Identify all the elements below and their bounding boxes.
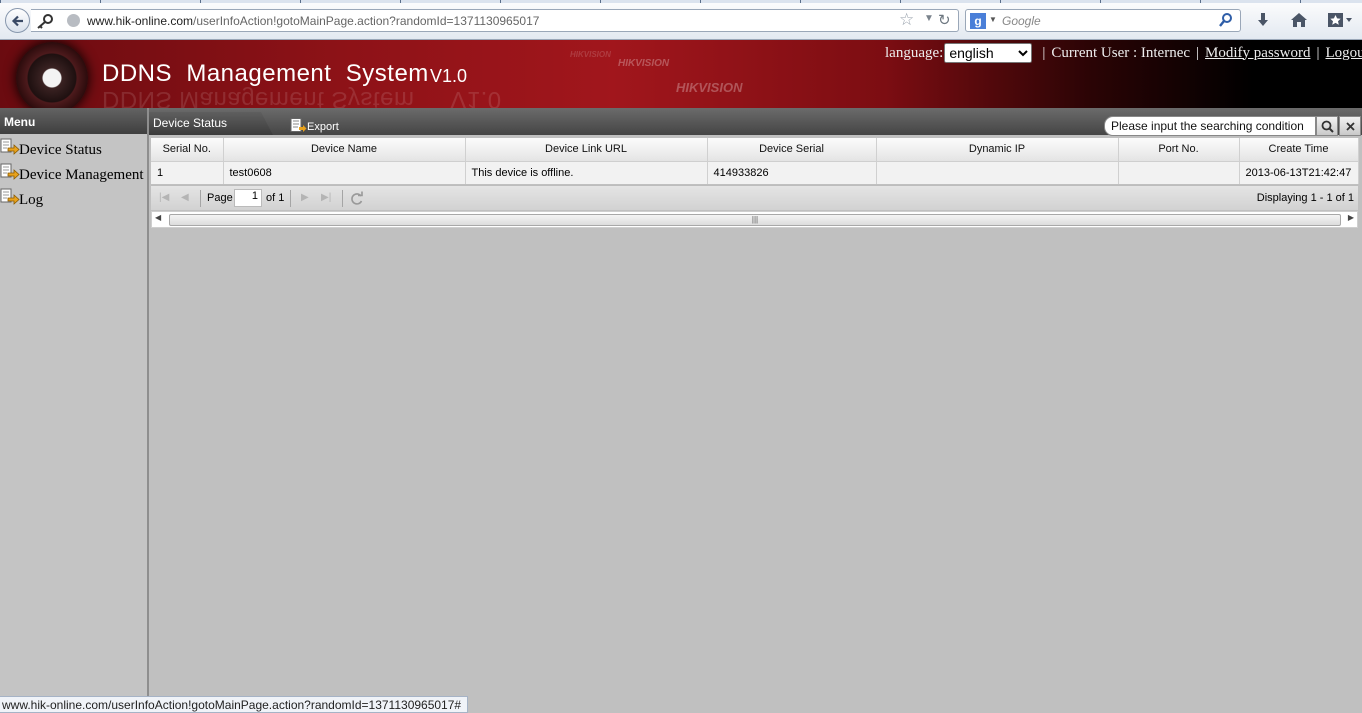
modify-password-link[interactable]: Modify password [1205,45,1310,62]
scroll-left-icon[interactable]: ◀ [155,213,161,222]
menu-item-log[interactable]: Log [0,187,147,212]
column-header[interactable]: Device Link URL [465,138,708,162]
column-header[interactable]: Device Serial [707,138,877,162]
menu-item-label: Device Management [19,167,144,183]
bookmarks-menu-icon[interactable] [1325,9,1355,31]
column-header[interactable]: Serial No. [151,138,224,162]
cell-device-name: test0608 [223,161,466,184]
reload-icon[interactable]: ↻ [938,11,951,29]
menu-item-device-status[interactable]: Device Status [0,137,147,162]
table-row[interactable]: 1 test0608 This device is offline. 41493… [151,161,1359,184]
url-path: /userInfoAction!gotoMainPage.action?rand… [193,14,540,28]
cell-port-no [1118,161,1240,184]
home-icon[interactable] [1287,9,1311,31]
search-engine-dropdown-icon[interactable]: ▼ [989,15,997,24]
menu-item-label: Device Status [19,142,102,158]
export-icon [290,118,307,132]
tab-device-status[interactable]: Device Status [149,112,273,135]
panel-toolbar: Device Status Export Please input the se… [149,108,1362,136]
refresh-icon[interactable] [349,191,364,206]
export-button[interactable]: Export [290,118,339,133]
download-icon[interactable] [1251,9,1275,31]
column-header[interactable]: Port No. [1118,138,1240,162]
divider [342,190,343,207]
clear-search-button[interactable] [1339,116,1361,136]
cell-dynamic-ip [876,161,1119,184]
column-header[interactable]: Device Name [223,138,466,162]
device-table: Serial No. Device Name Device Link URL D… [151,138,1359,184]
back-arrow-icon [11,15,23,26]
language-select[interactable]: english [944,43,1033,63]
url-host: www.hik-online.com [87,14,194,28]
google-icon[interactable]: g [970,13,986,29]
search-icon [1321,120,1334,133]
current-user: Current User : Internec [1051,44,1191,61]
browser-search-box[interactable]: g ▼ Google [965,9,1241,32]
first-page-icon[interactable]: |◀ [159,192,169,203]
key-icon [37,14,53,29]
scrollbar-thumb[interactable]: ||| [169,214,1341,226]
hikvision-watermark-large: HIKVISION [676,80,743,95]
search-input[interactable]: Please input the searching condition [1104,116,1316,136]
camera-lens-logo [16,42,88,108]
cell-create-time: 2013-06-13T21:42:47 [1239,161,1359,184]
browser-search-placeholder: Google [1002,14,1041,28]
horizontal-scrollbar[interactable]: ◀ ||| ▶ [151,211,1358,228]
search-icon[interactable] [1218,12,1234,28]
export-label: Export [307,121,339,133]
bookmark-star-icon[interactable]: ☆ [899,10,914,30]
menu-item-device-management[interactable]: Device Management [0,162,147,187]
table-header-row: Serial No. Device Name Device Link URL D… [151,138,1359,162]
app-header: DDNS Management System V1.0 DDNS Managem… [0,40,1362,108]
app-version: V1.0 [430,66,468,86]
browser-toolbar: www.hik-online.com/userInfoAction!gotoMa… [0,0,1362,40]
column-header[interactable]: Create Time [1239,138,1359,162]
close-icon [1345,121,1355,131]
page-label: Page [207,192,233,204]
last-page-icon[interactable]: ▶| [321,192,331,203]
divider: | [1196,44,1200,61]
column-header[interactable]: Dynamic IP [876,138,1119,162]
document-arrow-icon [0,188,20,205]
page-number-input[interactable]: 1 [234,189,262,207]
app-title: DDNS Management System [102,60,429,87]
main-panel: Device Status Export Please input the se… [149,108,1362,698]
page-count: of 1 [266,192,285,204]
divider [290,190,291,207]
address-bar[interactable]: www.hik-online.com/userInfoAction!gotoMa… [31,9,959,32]
document-arrow-icon [0,138,20,155]
user-bar: language: english | Current User : Inter… [885,43,1362,63]
tab-strip [0,0,1362,3]
scroll-right-icon[interactable]: ▶ [1348,213,1354,222]
browser-status-bar: www.hik-online.com/userInfoAction!gotoMa… [0,696,468,713]
menu-item-label: Log [19,192,44,208]
globe-icon [67,14,80,27]
hikvision-watermark: HIKVISION [618,58,670,69]
displaying-info: Displaying 1 - 1 of 1 [1256,192,1354,204]
divider [200,190,201,207]
next-page-icon[interactable]: ▶ [301,192,309,203]
divider: | [1042,44,1046,61]
cell-device-link-url: This device is offline. [465,161,708,184]
prev-page-icon[interactable]: ◀ [181,192,189,203]
document-arrow-icon [0,163,20,180]
back-button[interactable] [5,8,30,33]
url-dropdown-icon[interactable]: ▼ [924,13,934,24]
url-text[interactable]: www.hik-online.com/userInfoAction!gotoMa… [87,14,539,28]
cell-device-serial: 414933826 [707,161,877,184]
app-title-reflection: DDNS Management System V1.0 [102,86,502,108]
divider: | [1316,44,1320,61]
cell-serial-no: 1 [151,161,224,184]
left-menu: Menu Device Status Device Management Log [0,108,149,698]
pagination-bar: |◀ ◀ Page 1 of 1 ▶ ▶| Displaying 1 - 1 o… [151,185,1358,210]
language-label: language: [885,44,944,61]
search-button[interactable] [1316,116,1338,136]
logout-link[interactable]: Logout [1325,45,1362,62]
hikvision-watermark-small: HIKVISION [570,50,611,59]
menu-title: Menu [0,108,147,134]
